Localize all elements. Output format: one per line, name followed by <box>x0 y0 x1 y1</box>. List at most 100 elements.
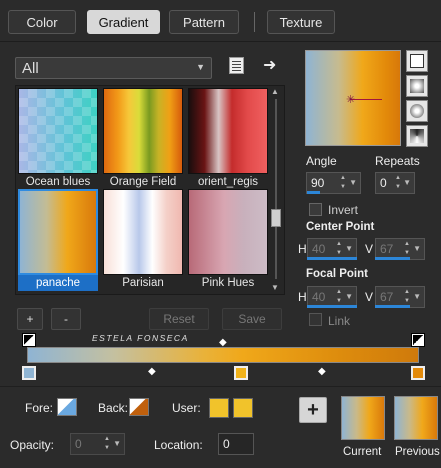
spin-arrows-icon[interactable]: ▲ ▼ <box>336 240 342 258</box>
angle-label: Angle <box>306 154 337 168</box>
angle-slider-fill[interactable] <box>307 191 320 194</box>
tab-gradient[interactable]: Gradient <box>87 10 160 34</box>
back-label: Back: <box>98 401 129 415</box>
center-h-value: 40 <box>312 242 326 256</box>
category-dropdown[interactable]: All ▼ <box>15 57 212 79</box>
swatch-thumbnail <box>103 88 183 174</box>
fore-label: Fore: <box>25 401 54 415</box>
tab-bar: Color Gradient Pattern Texture <box>0 0 441 42</box>
fore-color-chip[interactable] <box>57 398 77 416</box>
spin-arrows-icon[interactable]: ▲ ▼ <box>336 288 342 306</box>
sunburst-style-button[interactable] <box>406 100 428 122</box>
library-icon[interactable] <box>229 57 244 74</box>
opacity-stop-right[interactable] <box>411 333 425 347</box>
swatch-thumbnail <box>188 189 268 275</box>
user-color-swatch-1[interactable] <box>209 398 229 418</box>
center-v-value: 67 <box>380 242 394 256</box>
chevron-down-icon[interactable]: ▼ <box>345 292 353 301</box>
color-stop-3[interactable] <box>411 366 425 380</box>
swatch-label: Pink Hues <box>201 277 255 289</box>
radial-style-button[interactable] <box>406 125 428 147</box>
chevron-down-icon[interactable]: ▼ <box>403 178 411 187</box>
swatch-scrollbar[interactable]: ▲ ▼ <box>270 87 282 293</box>
chevron-down-icon: ▼ <box>196 62 205 72</box>
swatch-parisian[interactable]: Parisian <box>103 189 183 291</box>
spin-arrows-icon[interactable]: ▲ ▼ <box>404 240 410 258</box>
color-stop-2[interactable] <box>234 366 248 380</box>
swatch-label: Parisian <box>122 277 164 289</box>
location-field[interactable]: 0 <box>218 433 254 455</box>
arrow-right-icon[interactable]: ➜ <box>263 55 276 75</box>
swatch-orient-regis[interactable]: orient_regis <box>188 88 268 190</box>
swatch-orange-field[interactable]: Orange Field <box>103 88 183 190</box>
swatch-label: Orange Field <box>109 176 177 188</box>
gradient-preview[interactable]: ✳ <box>305 50 401 146</box>
focal-v-slider-fill[interactable] <box>375 305 410 308</box>
swatch-label: orient_regis <box>197 176 259 188</box>
add-gradient-button[interactable]: + <box>17 308 43 330</box>
swatch-thumbnail <box>188 88 268 174</box>
repeats-value: 0 <box>380 176 387 190</box>
reset-button[interactable]: Reset <box>149 308 209 330</box>
save-button[interactable]: Save <box>222 308 282 330</box>
spin-arrows-icon[interactable]: ▲ ▼ <box>340 174 346 192</box>
angle-value: 90 <box>311 176 325 190</box>
category-dropdown-value: All <box>22 60 39 77</box>
link-checkbox[interactable] <box>309 313 322 326</box>
spin-arrows-icon[interactable]: ▲ ▼ <box>104 435 110 453</box>
center-h-label: H <box>298 242 307 256</box>
spin-arrows-icon[interactable]: ▲ ▼ <box>404 288 410 306</box>
remove-gradient-button[interactable]: - <box>51 308 81 330</box>
swatch-pink-hues[interactable]: Pink Hues <box>188 189 268 291</box>
center-v-slider-fill[interactable] <box>375 257 410 260</box>
spin-arrows-icon[interactable]: ▲ ▼ <box>395 174 401 192</box>
linear-style-button[interactable] <box>406 50 428 72</box>
chevron-down-icon[interactable]: ▼ <box>113 439 121 448</box>
previous-label: Previous <box>395 446 440 458</box>
focal-v-label: V <box>365 290 374 304</box>
opacity-spinbox[interactable]: 0 ▲ ▼ ▼ <box>70 433 125 455</box>
scrollbar-thumb[interactable] <box>271 209 281 227</box>
chevron-down-icon[interactable]: ▼ <box>345 244 353 253</box>
focal-h-slider-fill[interactable] <box>307 305 357 308</box>
focal-h-value: 40 <box>312 290 326 304</box>
link-label: Link <box>328 314 351 328</box>
chevron-down-icon[interactable]: ▼ <box>413 292 421 301</box>
gradient-editor-bar[interactable] <box>27 347 419 363</box>
color-stop-1[interactable] <box>22 366 36 380</box>
back-color-chip[interactable] <box>129 398 149 416</box>
chevron-down-icon[interactable]: ▼ <box>349 178 357 187</box>
opacity-stop-left[interactable] <box>22 333 36 347</box>
color-midpoint-marker-2[interactable]: ◆ <box>318 366 326 377</box>
chevron-down-icon[interactable]: ▼ <box>271 283 279 292</box>
repeats-spinbox[interactable]: 0 ▲ ▼ ▼ <box>375 172 415 194</box>
opacity-label: Opacity: <box>10 438 55 452</box>
chevron-up-icon[interactable]: ▲ <box>271 87 279 96</box>
location-label: Location: <box>154 438 203 452</box>
swatch-label: panache <box>18 275 98 291</box>
color-midpoint-marker-1[interactable]: ◆ <box>148 366 156 377</box>
user-label: User: <box>172 401 201 415</box>
tab-color[interactable]: Color <box>8 10 76 34</box>
current-gradient-swatch <box>341 396 385 440</box>
invert-checkbox[interactable] <box>309 203 322 216</box>
focal-point-label: Focal Point <box>306 268 368 280</box>
chevron-down-icon[interactable]: ▼ <box>413 244 421 253</box>
center-handle-icon[interactable]: ✳ <box>346 93 355 106</box>
center-point-label: Center Point <box>306 221 375 233</box>
swatch-thumbnail <box>18 189 98 275</box>
swatch-thumbnail <box>18 88 98 174</box>
add-swatch-button[interactable]: + <box>299 397 327 423</box>
user-color-swatch-2[interactable] <box>233 398 253 418</box>
invert-label: Invert <box>328 203 359 217</box>
swatch-thumbnail <box>103 189 183 275</box>
previous-gradient-swatch[interactable] <box>394 396 438 440</box>
swatch-panache[interactable]: panache <box>18 189 98 291</box>
tab-texture[interactable]: Texture <box>267 10 335 34</box>
opacity-value: 0 <box>75 437 82 451</box>
scrollbar-track <box>275 99 277 279</box>
tab-pattern[interactable]: Pattern <box>169 10 239 34</box>
center-h-slider-fill[interactable] <box>307 257 357 260</box>
rectangular-style-button[interactable] <box>406 75 428 97</box>
swatch-ocean-blues[interactable]: Ocean blues <box>18 88 98 190</box>
